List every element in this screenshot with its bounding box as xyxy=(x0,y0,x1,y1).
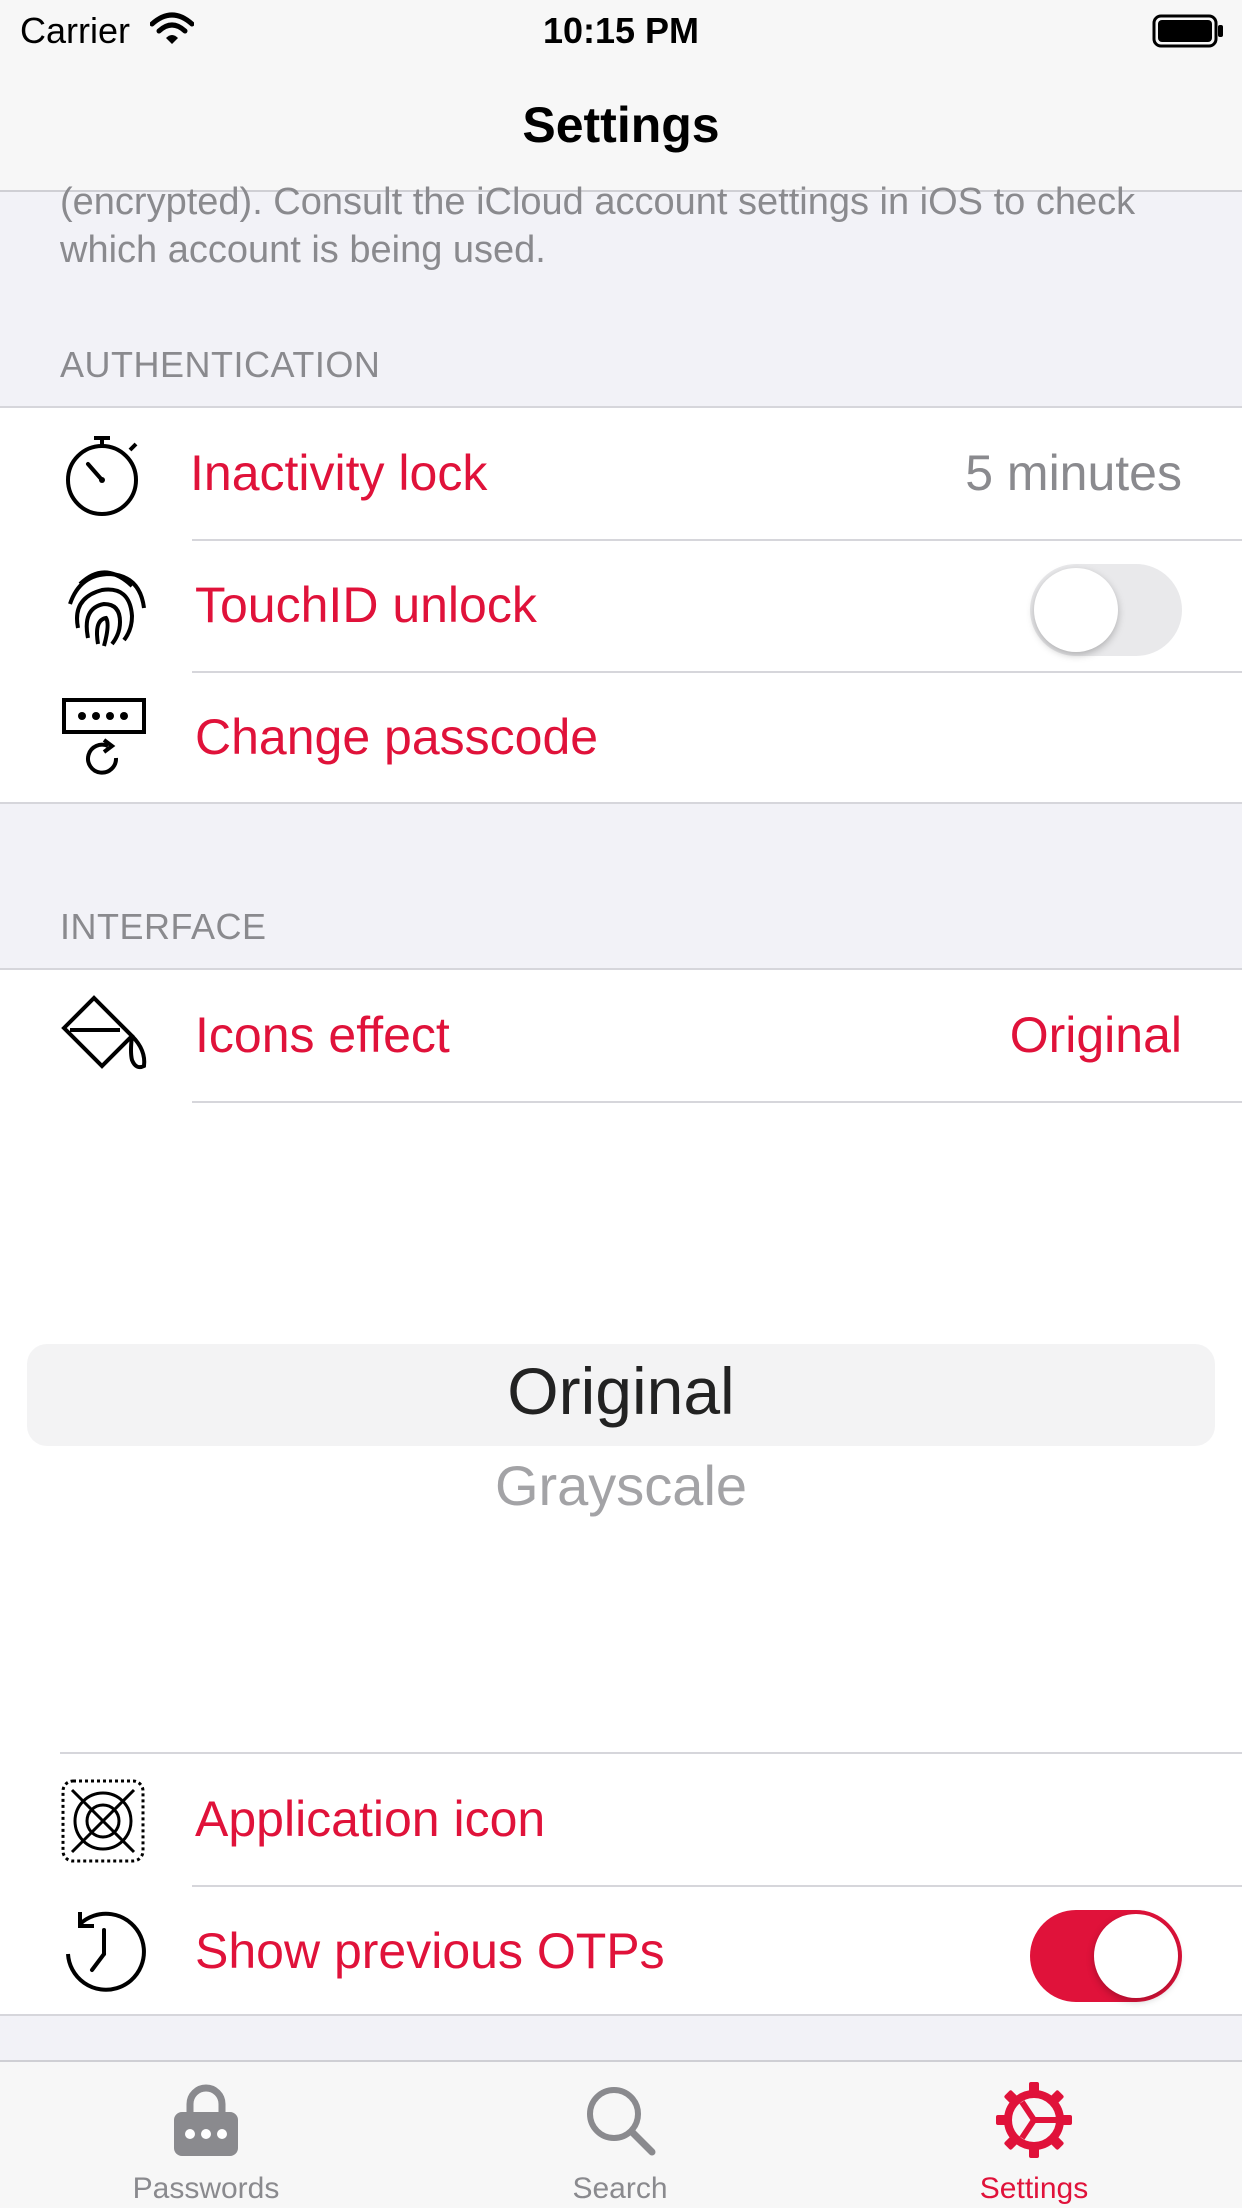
picker-option[interactable]: Grayscale xyxy=(0,1453,1242,1518)
inactivity-lock-label: Inactivity lock xyxy=(190,445,488,501)
tab-bar: Passwords Search Settings xyxy=(0,2060,1242,2208)
stopwatch-icon xyxy=(66,436,138,516)
application-icon-label: Application icon xyxy=(195,1791,546,1847)
icons-effect-row[interactable]: Icons effect Original xyxy=(0,970,1242,1102)
application-icon-row[interactable]: Application icon xyxy=(0,1754,1242,1886)
passcode-icon xyxy=(62,698,146,775)
search-icon xyxy=(587,2087,656,2156)
tab-label: Settings xyxy=(979,2172,1089,2205)
section-header-interface: INTERFACE xyxy=(60,906,267,947)
section-footer-text: (encrypted). Consult the iCloud account … xyxy=(60,181,1136,271)
icons-effect-picker[interactable]: Original Grayscale xyxy=(0,1103,1242,1715)
battery-icon xyxy=(1152,14,1223,48)
history-clock-icon xyxy=(66,1911,146,1992)
show-previous-otps-row: Show previous OTPs xyxy=(0,1886,1242,2018)
app-icon-placeholder-icon xyxy=(61,1779,145,1863)
page-title: Settings xyxy=(522,97,720,153)
tab-search[interactable]: Search xyxy=(470,2062,770,2208)
change-passcode-row[interactable]: Change passcode xyxy=(0,672,1242,804)
icons-effect-value: Original xyxy=(1009,1007,1182,1063)
inactivity-lock-value: 5 minutes xyxy=(965,445,1182,501)
paint-bucket-icon xyxy=(61,995,147,1070)
interface-group: Icons effect Original Original Grayscale… xyxy=(0,968,1242,2016)
toggle-knob xyxy=(1094,1914,1178,1998)
navigation-bar: Carrier 10:15 PM Settings xyxy=(0,0,1242,192)
authentication-group: Inactivity lock 5 minutes TouchID unlock… xyxy=(0,406,1242,804)
touchid-unlock-toggle[interactable] xyxy=(1030,564,1182,656)
section-header-authentication: AUTHENTICATION xyxy=(60,344,381,385)
tab-label: Passwords xyxy=(132,2172,280,2205)
inactivity-lock-row[interactable]: Inactivity lock 5 minutes xyxy=(0,408,1242,540)
tab-settings[interactable]: Settings xyxy=(884,2062,1184,2208)
change-passcode-label: Change passcode xyxy=(195,709,599,765)
touchid-unlock-row: TouchID unlock xyxy=(0,540,1242,672)
gear-icon xyxy=(996,2082,1072,2158)
toggle-knob xyxy=(1034,568,1118,652)
show-previous-otps-toggle[interactable] xyxy=(1030,1910,1182,2002)
tab-label: Search xyxy=(572,2172,668,2205)
show-previous-otps-label: Show previous OTPs xyxy=(195,1923,665,1979)
fingerprint-icon xyxy=(68,570,146,647)
picker-option-selected[interactable]: Original xyxy=(0,1353,1242,1429)
touchid-unlock-label: TouchID unlock xyxy=(195,577,537,633)
lock-icon xyxy=(174,2084,238,2156)
tab-passwords[interactable]: Passwords xyxy=(56,2062,356,2208)
icons-effect-label: Icons effect xyxy=(195,1007,450,1063)
status-time: 10:15 PM xyxy=(542,10,700,51)
